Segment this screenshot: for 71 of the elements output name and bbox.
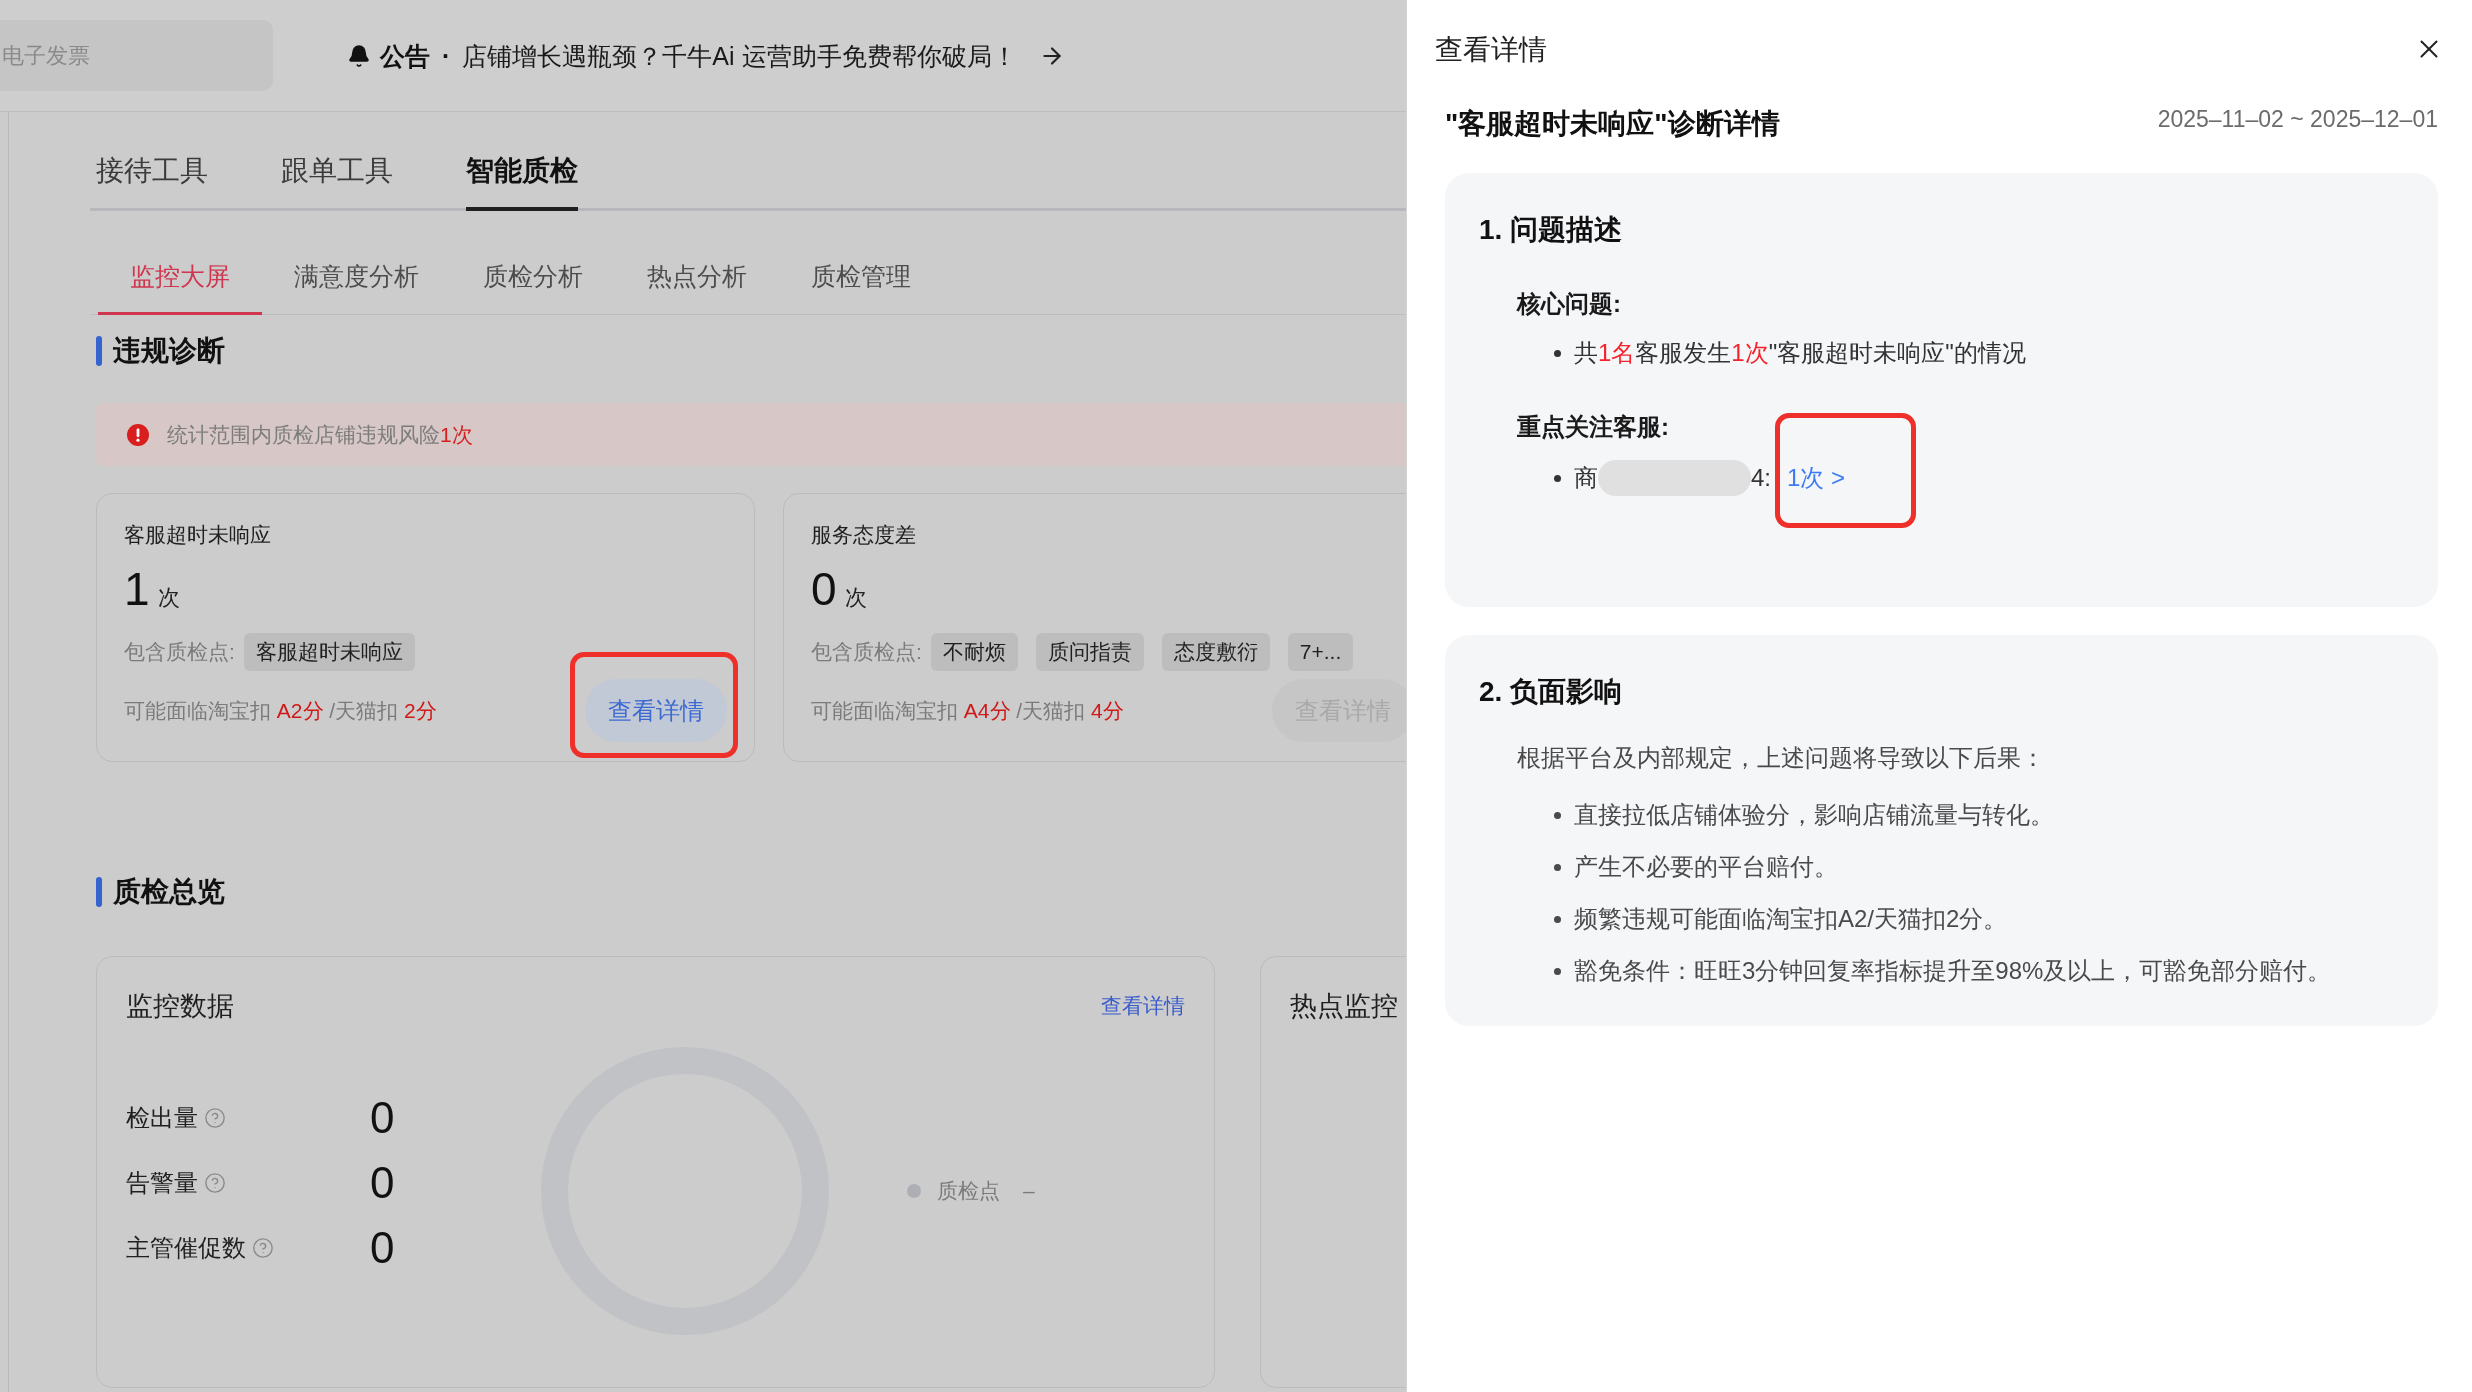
sub-tab[interactable]: 监控大屏 [98, 211, 262, 315]
section-marker-icon [96, 336, 102, 366]
issue-text: 共1名 客服发生1次"客服超时未响应"的情况 [1574, 338, 2026, 368]
checkpoint-tag: 客服超时未响应 [243, 633, 415, 671]
card-title: 服务态度差 [811, 522, 917, 548]
checkpoints-label: 包含质检点: [811, 639, 922, 666]
help-icon[interactable] [252, 1237, 274, 1259]
announcement-separator: · [442, 40, 451, 72]
help-icon[interactable] [204, 1107, 226, 1129]
sub-tab[interactable]: 满意度分析 [262, 211, 451, 315]
section-marker-icon [96, 877, 102, 907]
metric-label: 告警量 [126, 1168, 198, 1198]
sub-tab[interactable]: 热点分析 [615, 211, 779, 315]
bullet-icon [1554, 474, 1561, 482]
legend-label: 质检点 [937, 1178, 1000, 1205]
diagnosis-heading: "客服超时未响应"诊断详情 [1445, 106, 1780, 141]
bullet-icon [1554, 811, 1561, 819]
date-range: 2025–11–02 ~ 2025–12–01 [2157, 104, 2438, 134]
checkpoint-tag: 不耐烦 [930, 633, 1018, 671]
agent-name: 商 [1574, 463, 1598, 493]
agent-name: 4: [1751, 463, 1771, 493]
group-label: 核心问题: [1517, 289, 1622, 319]
impact-item: 豁免条件：旺旺3分钟回复率指标提升至98%及以上，可豁免部分赔付。 [1574, 956, 2332, 986]
section-title: 违规诊断 [113, 334, 225, 368]
card-title: 监控数据 [126, 990, 234, 1023]
drawer-title: 查看详情 [1435, 32, 1547, 67]
metric-value: 0 [370, 1226, 396, 1270]
card-title: 客服超时未响应 [124, 522, 272, 548]
count-value: 1 [124, 562, 150, 616]
penalty-text: 可能面临淘宝扣 A4分 /天猫扣 4分 [811, 697, 1124, 724]
announcement-label: 公告 [380, 40, 430, 72]
sub-tab[interactable]: 质检管理 [779, 211, 943, 315]
metric-label: 主管催促数 [126, 1233, 246, 1263]
metric-value: 0 [370, 1096, 396, 1140]
checkpoint-tag: 质问指责 [1035, 633, 1144, 671]
checkpoint-tag: 7+... [1287, 633, 1354, 671]
count-value: 0 [811, 562, 837, 616]
main-tab[interactable]: 跟单工具 [281, 112, 393, 211]
legend-value: – [1023, 1178, 1035, 1205]
impact-item: 直接拉低店铺体验分，影响店铺流量与转化。 [1574, 800, 2054, 830]
section-title: 质检总览 [113, 875, 225, 909]
bell-icon [347, 43, 371, 68]
search-field[interactable]: 电子发票 [0, 20, 273, 91]
count-unit: 次 [157, 584, 180, 612]
agent-count-link[interactable]: 1次 > [1787, 464, 1846, 491]
announcement-text: 店铺增长遇瓶颈？千牛Ai 运营助手免费帮你破局！ [462, 40, 1017, 72]
main-tab[interactable]: 接待工具 [96, 112, 208, 211]
impact-item: 频繁违规可能面临淘宝扣A2/天猫扣2分。 [1574, 904, 2008, 934]
impact-intro: 根据平台及内部规定，上述问题将导致以下后果： [1517, 743, 2046, 773]
view-details-button[interactable]: 查看详情 [585, 679, 727, 742]
bullet-icon [1554, 967, 1561, 975]
section-heading: 1. 问题描述 [1479, 213, 1624, 247]
alert-text: 统计范围内质检店铺违规风险1次 [167, 421, 473, 448]
metric-label: 检出量 [126, 1103, 198, 1133]
count-unit: 次 [844, 584, 867, 612]
group-label: 重点关注客服: [1517, 412, 1670, 442]
main-tab[interactable]: 智能质检 [466, 112, 578, 211]
checkpoints-label: 包含质检点: [124, 639, 235, 666]
checkpoint-tag: 态度敷衍 [1161, 633, 1270, 671]
metric-value: 0 [370, 1161, 396, 1205]
penalty-text: 可能面临淘宝扣 A2分 /天猫扣 2分 [124, 697, 437, 724]
impact-item: 产生不必要的平台赔付。 [1574, 852, 1838, 882]
view-details-link[interactable]: 查看详情 [1101, 990, 1185, 1022]
bullet-icon [1554, 863, 1561, 871]
bullet-icon [1554, 349, 1561, 357]
section-heading: 2. 负面影响 [1479, 675, 1624, 709]
sub-tab[interactable]: 质检分析 [451, 211, 615, 315]
help-icon[interactable] [204, 1172, 226, 1194]
alert-icon [127, 423, 149, 446]
card-title: 热点监控 [1290, 991, 1398, 1021]
bullet-icon [1554, 915, 1561, 923]
